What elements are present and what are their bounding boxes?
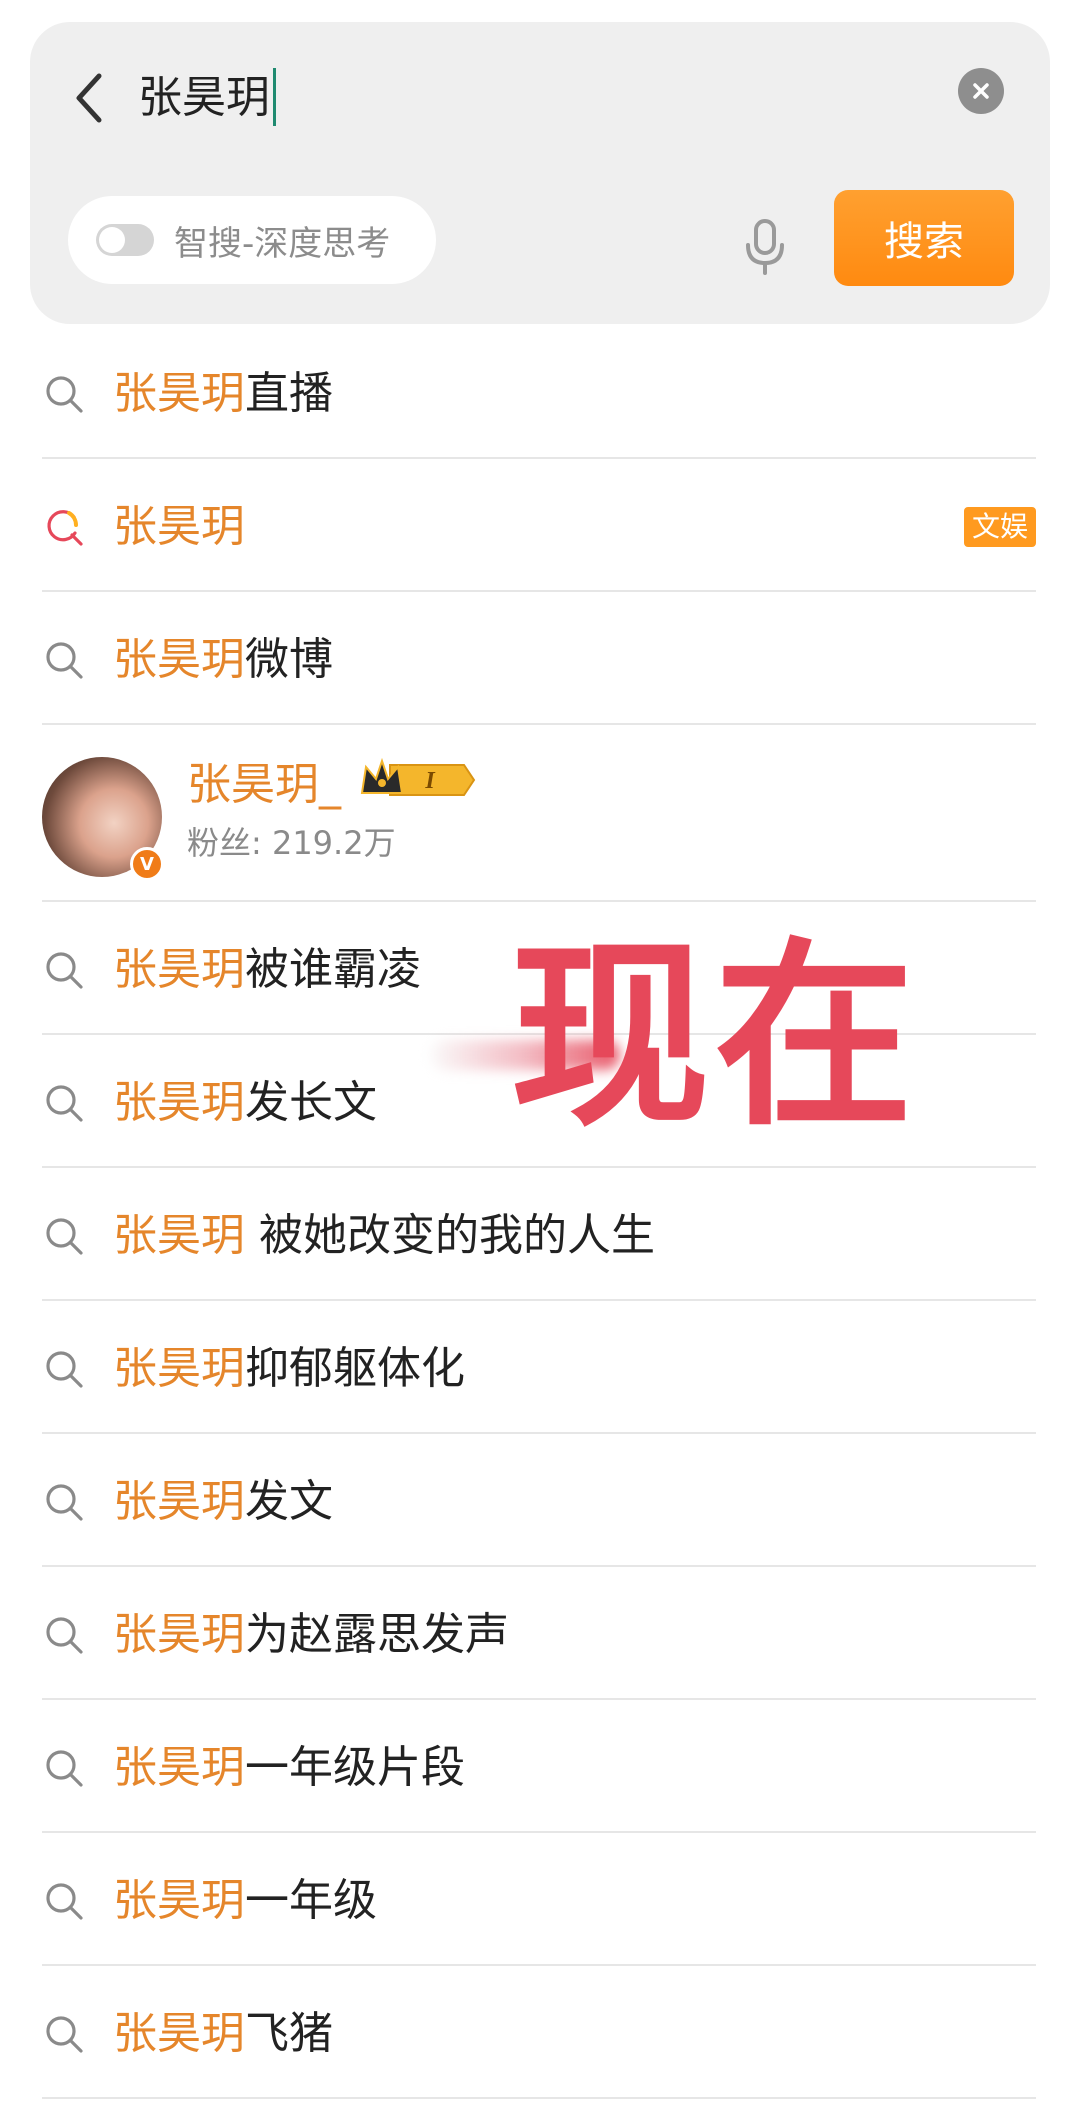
search-input[interactable]: 张昊玥 bbox=[138, 68, 276, 128]
search-icon bbox=[46, 1750, 83, 1787]
back-button[interactable] bbox=[60, 60, 116, 136]
search-button[interactable]: 搜索 bbox=[834, 190, 1014, 286]
search-icon bbox=[46, 1218, 83, 1255]
search-icon bbox=[46, 1351, 83, 1388]
suggestion-item[interactable]: 张昊玥一年级片段 bbox=[42, 1700, 1036, 1833]
clear-search-button[interactable] bbox=[958, 68, 1004, 114]
overlay-annotation-text: 现在 bbox=[510, 921, 919, 1154]
verified-badge-icon: V bbox=[130, 847, 164, 881]
follower-count: 粉丝: 219.2万 bbox=[187, 824, 396, 862]
text-caret bbox=[273, 68, 276, 126]
hot-search-icon bbox=[47, 510, 83, 546]
suggestion-item-hot[interactable]: 张昊玥 文娱 bbox=[42, 459, 1036, 592]
level-badge-text: I bbox=[424, 768, 436, 794]
suggestion-text: 张昊玥一年级 bbox=[113, 1875, 377, 1926]
search-icon bbox=[46, 952, 83, 989]
suggestion-item[interactable]: 张昊玥发文 bbox=[42, 1434, 1036, 1567]
microphone-icon bbox=[746, 219, 784, 275]
crown-level-badge-icon: I bbox=[360, 757, 476, 796]
suggestion-item[interactable]: 张昊玥 被她改变的我的人生 bbox=[42, 1168, 1036, 1301]
deep-think-label: 智搜-深度思考 bbox=[174, 223, 391, 264]
search-icon bbox=[46, 1883, 83, 1920]
toggle-switch[interactable] bbox=[96, 224, 154, 256]
avatar: V bbox=[42, 757, 164, 881]
suggestion-text: 张昊玥被谁霸凌 bbox=[113, 944, 421, 995]
deep-think-toggle[interactable]: 智搜-深度思考 bbox=[68, 196, 436, 284]
chevron-left-icon bbox=[76, 73, 102, 123]
search-icon bbox=[46, 2016, 83, 2053]
close-icon bbox=[973, 83, 989, 99]
suggestion-text: 张昊玥为赵露思发声 bbox=[113, 1609, 509, 1660]
suggestion-text: 张昊玥发长文 bbox=[113, 1077, 377, 1128]
suggestion-text: 张昊玥直播 bbox=[113, 368, 333, 419]
search-icon bbox=[46, 1617, 83, 1654]
suggestion-text: 张昊玥发文 bbox=[113, 1476, 333, 1527]
search-query-text: 张昊玥 bbox=[138, 72, 270, 123]
suggestion-item[interactable]: 张昊玥抑郁躯体化 bbox=[42, 1301, 1036, 1434]
voice-search-button[interactable] bbox=[730, 207, 800, 287]
suggestion-item[interactable]: 张昊玥一年级 bbox=[42, 1833, 1036, 1966]
search-icon bbox=[46, 1484, 83, 1521]
suggestion-item[interactable]: 张昊玥直播 bbox=[42, 326, 1036, 459]
search-icon bbox=[46, 642, 83, 679]
category-tag-badge: 文娱 bbox=[963, 507, 1036, 547]
suggestion-item[interactable]: 张昊玥微博 bbox=[42, 592, 1036, 725]
suggestion-text: 张昊玥 bbox=[113, 501, 245, 552]
user-suggestion-item[interactable]: V 张昊玥_ I 粉丝: 219.2万 bbox=[42, 725, 1036, 902]
suggestion-item[interactable]: 张昊玥飞猪 bbox=[42, 1966, 1036, 2099]
suggestion-text: 张昊玥一年级片段 bbox=[113, 1742, 465, 1793]
search-icon bbox=[46, 376, 83, 413]
suggestion-item[interactable]: 张昊玥为赵露思发声 bbox=[42, 1567, 1036, 1700]
user-name: 张昊玥_ bbox=[187, 759, 341, 810]
suggestion-text: 张昊玥飞猪 bbox=[113, 2008, 333, 2059]
search-icon bbox=[46, 1085, 83, 1122]
suggestion-text: 张昊玥微博 bbox=[113, 634, 333, 685]
suggestion-text: 张昊玥 被她改变的我的人生 bbox=[113, 1210, 655, 1261]
search-panel: 张昊玥 智搜-深度思考 搜索 bbox=[30, 22, 1050, 324]
suggestion-text: 张昊玥抑郁躯体化 bbox=[113, 1343, 465, 1394]
